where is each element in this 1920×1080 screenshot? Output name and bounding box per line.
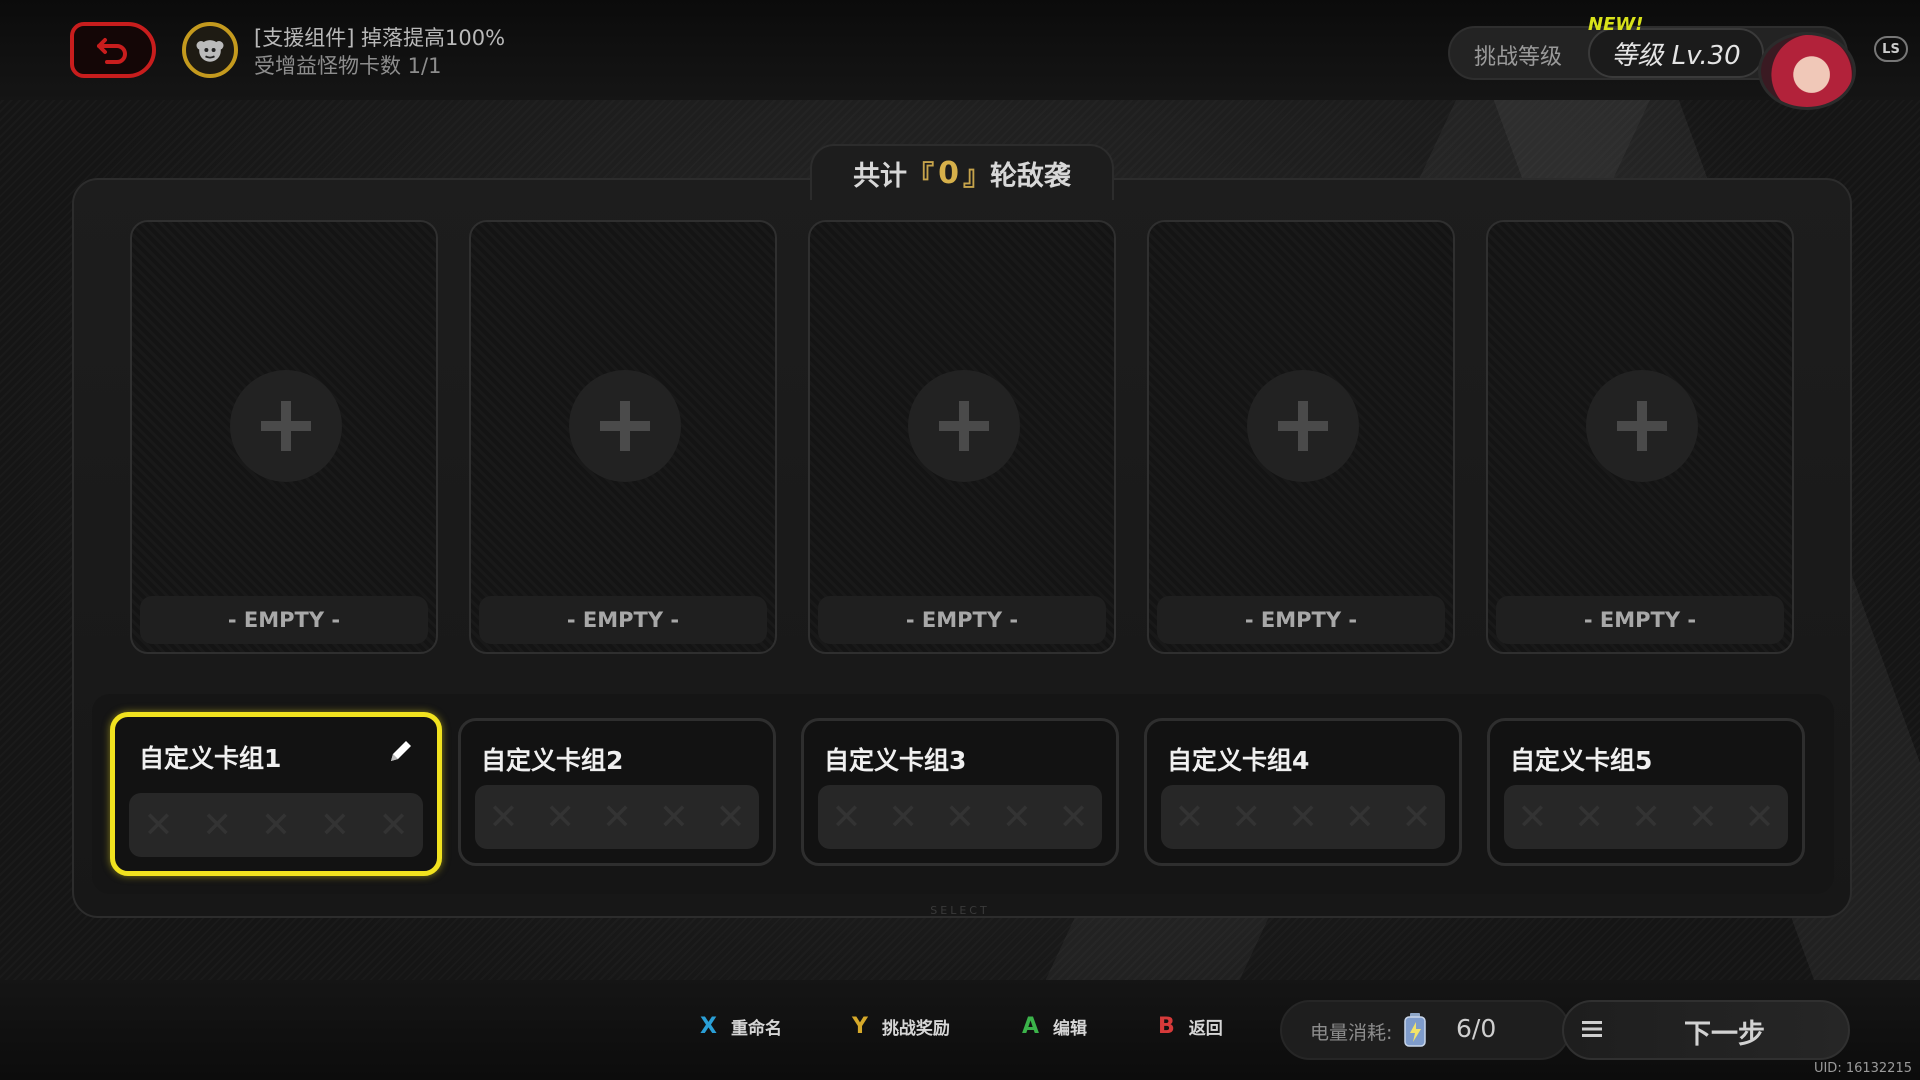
- undo-arrow-icon: [97, 38, 127, 64]
- empty-card-mark: ✕: [1630, 796, 1662, 838]
- deck-name: 自定义卡组5: [1510, 746, 1653, 775]
- uid-label: UID: 16132215: [1813, 1061, 1912, 1076]
- empty-slot-label: - EMPTY -: [818, 596, 1106, 644]
- y-button-icon: Y: [852, 1014, 868, 1039]
- empty-card-mark: ✕: [1401, 796, 1432, 838]
- deck-name: 自定义卡组1: [139, 744, 282, 773]
- back-button[interactable]: [70, 22, 156, 78]
- empty-card-mark: ✕: [319, 804, 350, 846]
- empty-card-mark: ✕: [1344, 796, 1375, 838]
- buff-info: [支援组件] 掉落提高100% 受增益怪物卡数 1/1: [254, 24, 505, 80]
- empty-card-mark: ✕: [143, 804, 174, 846]
- empty-card-mark: ✕: [260, 804, 292, 846]
- energy-cost-value: 6/0: [1456, 1014, 1497, 1043]
- empty-card-mark: ✕: [202, 804, 233, 846]
- title-bracket-open: 『: [907, 160, 935, 192]
- deck-name: 自定义卡组2: [481, 746, 624, 775]
- empty-card-mark: ✕: [1744, 796, 1775, 838]
- menu-icon: [1582, 1021, 1602, 1037]
- deck-card-slots: ✕ ✕ ✕ ✕ ✕: [475, 785, 759, 849]
- hint-challenge-reward[interactable]: Y 挑战奖励: [852, 1014, 950, 1039]
- empty-card-mark: ✕: [1517, 796, 1548, 838]
- empty-card-mark: ✕: [488, 796, 519, 838]
- select-hint: SELECT: [930, 904, 990, 917]
- plus-icon: [1247, 370, 1359, 482]
- wave-count-title: 共计 『 0 』 轮敌袭: [810, 144, 1114, 200]
- empty-card-mark: ✕: [715, 796, 746, 838]
- hint-label: 重命名: [730, 1019, 782, 1039]
- title-bracket-close: 』: [962, 160, 990, 192]
- empty-card-mark: ✕: [944, 796, 976, 838]
- title-prefix: 共计: [853, 160, 908, 192]
- empty-card-mark: ✕: [831, 796, 862, 838]
- b-button-icon: B: [1158, 1014, 1175, 1039]
- deck-1[interactable]: 自定义卡组1 ✕ ✕ ✕ ✕ ✕: [110, 712, 442, 876]
- empty-slot-label: - EMPTY -: [1157, 596, 1445, 644]
- deck-card-slots: ✕ ✕ ✕ ✕ ✕: [1504, 785, 1788, 849]
- empty-card-mark: ✕: [545, 796, 576, 838]
- plus-icon: [908, 370, 1020, 482]
- challenge-level-label: 挑战等级: [1474, 45, 1563, 70]
- avatar[interactable]: [1758, 32, 1856, 110]
- battery-icon: [1404, 1013, 1426, 1047]
- plus-icon: [230, 370, 342, 482]
- hint-label: 挑战奖励: [881, 1019, 950, 1039]
- buff-line-2: 受增益怪物卡数 1/1: [254, 54, 442, 78]
- card-slot[interactable]: - EMPTY -: [469, 220, 777, 654]
- deck-card-slots: ✕ ✕ ✕ ✕ ✕: [818, 785, 1102, 849]
- deck-4[interactable]: 自定义卡组4 ✕ ✕ ✕ ✕ ✕: [1144, 718, 1462, 866]
- hint-label: 返回: [1188, 1019, 1223, 1039]
- deck-2[interactable]: 自定义卡组2 ✕ ✕ ✕ ✕ ✕: [458, 718, 776, 866]
- empty-card-mark: ✕: [1287, 796, 1319, 838]
- deck-name: 自定义卡组4: [1167, 746, 1310, 775]
- card-slot[interactable]: - EMPTY -: [1147, 220, 1455, 654]
- title-suffix: 轮敌袭: [989, 160, 1071, 192]
- level-text: 等级 Lv.30: [1611, 40, 1741, 71]
- empty-slot-label: - EMPTY -: [1496, 596, 1784, 644]
- ls-button-badge: LS: [1874, 36, 1908, 62]
- empty-card-mark: ✕: [601, 796, 633, 838]
- energy-cost-label: 电量消耗:: [1310, 1022, 1393, 1044]
- empty-card-mark: ✕: [378, 804, 409, 846]
- deck-5[interactable]: 自定义卡组5 ✕ ✕ ✕ ✕ ✕: [1487, 718, 1805, 866]
- empty-card-mark: ✕: [888, 796, 919, 838]
- wave-count: 0: [938, 155, 959, 191]
- empty-card-mark: ✕: [1174, 796, 1205, 838]
- new-badge: NEW!: [1588, 14, 1644, 35]
- plus-icon: [569, 370, 681, 482]
- empty-slot-label: - EMPTY -: [140, 596, 428, 644]
- card-slot[interactable]: - EMPTY -: [1486, 220, 1794, 654]
- empty-card-mark: ✕: [658, 796, 689, 838]
- card-slot[interactable]: - EMPTY -: [808, 220, 1116, 654]
- pencil-icon[interactable]: [387, 737, 415, 765]
- card-slot[interactable]: - EMPTY -: [130, 220, 438, 654]
- plus-icon: [1586, 370, 1698, 482]
- empty-card-mark: ✕: [1574, 796, 1605, 838]
- deck-card-slots: ✕ ✕ ✕ ✕ ✕: [1161, 785, 1445, 849]
- monkey-emblem-icon: [182, 22, 238, 78]
- empty-card-mark: ✕: [1058, 796, 1089, 838]
- hint-rename[interactable]: X 重命名: [700, 1014, 782, 1039]
- next-step-label: 下一步: [1684, 1019, 1765, 1050]
- buff-line-1: [支援组件] 掉落提高100%: [254, 26, 506, 50]
- hint-back[interactable]: B 返回: [1158, 1014, 1223, 1039]
- empty-slot-label: - EMPTY -: [479, 596, 767, 644]
- deck-3[interactable]: 自定义卡组3 ✕ ✕ ✕ ✕ ✕: [801, 718, 1119, 866]
- empty-card-mark: ✕: [1687, 796, 1718, 838]
- hint-label: 编辑: [1053, 1019, 1088, 1039]
- empty-card-mark: ✕: [1231, 796, 1262, 838]
- hint-edit[interactable]: A 编辑: [1022, 1014, 1087, 1039]
- deck-card-slots: ✕ ✕ ✕ ✕ ✕: [129, 793, 423, 857]
- a-button-icon: A: [1022, 1014, 1040, 1039]
- deck-name: 自定义卡组3: [824, 746, 967, 775]
- x-button-icon: X: [700, 1014, 717, 1039]
- empty-card-mark: ✕: [1001, 796, 1032, 838]
- level-display: 等级 Lv.30: [1588, 28, 1764, 78]
